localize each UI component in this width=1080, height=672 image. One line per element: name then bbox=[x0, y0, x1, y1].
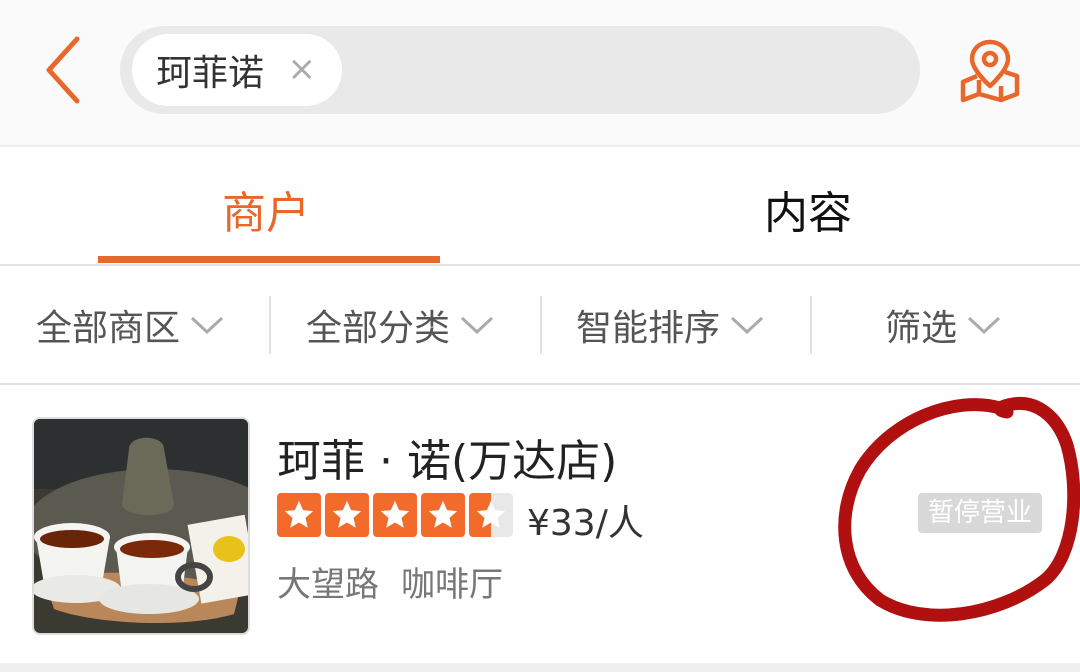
half-star-icon bbox=[469, 493, 513, 537]
merchant-meta: 大望路 咖啡厅 bbox=[277, 557, 503, 606]
chevron-down-icon bbox=[190, 316, 224, 334]
search-bar[interactable]: 珂菲诺 × bbox=[120, 26, 920, 114]
merchant-thumbnail bbox=[32, 417, 250, 635]
tab-content[interactable]: 内容 bbox=[764, 177, 852, 241]
clear-keyword-icon[interactable]: × bbox=[288, 52, 317, 86]
search-keyword-chip[interactable]: 珂菲诺 × bbox=[132, 34, 342, 106]
chevron-down-icon bbox=[967, 316, 1001, 334]
filter-label: 全部分类 bbox=[306, 307, 451, 349]
map-button[interactable] bbox=[955, 36, 1025, 106]
status-badge: 暂停营业 bbox=[918, 493, 1043, 533]
merchant-category: 咖啡厅 bbox=[401, 565, 503, 605]
merchant-list-item[interactable]: 珂菲 · 诺(万达店) ¥33/人 大望路 咖啡厅 暂停营业 bbox=[0, 385, 1080, 663]
filter-sort[interactable]: 智能排序 bbox=[576, 266, 764, 383]
filter-label: 全部商区 bbox=[36, 307, 181, 349]
tab-bar: 商户 内容 bbox=[0, 147, 1080, 264]
active-tab-indicator bbox=[98, 256, 440, 263]
filter-separator bbox=[540, 296, 542, 354]
list-bottom-divider bbox=[0, 663, 1080, 672]
chevron-down-icon bbox=[730, 316, 764, 334]
merchant-area: 大望路 bbox=[277, 565, 379, 605]
top-bar: 珂菲诺 × bbox=[0, 0, 1080, 145]
chevron-left-icon bbox=[46, 36, 80, 104]
filter-label: 筛选 bbox=[885, 307, 958, 349]
star-icon bbox=[325, 493, 369, 537]
filter-separator bbox=[269, 296, 271, 354]
filter-bar: 全部商区 全部分类 智能排序 筛选 bbox=[0, 266, 1080, 383]
search-keyword: 珂菲诺 bbox=[156, 53, 265, 94]
star-icon bbox=[373, 493, 417, 537]
filter-category[interactable]: 全部分类 bbox=[306, 266, 494, 383]
star-icon bbox=[421, 493, 465, 537]
rating-stars bbox=[277, 493, 517, 537]
filter-screen[interactable]: 筛选 bbox=[885, 266, 1001, 383]
filter-business-area[interactable]: 全部商区 bbox=[36, 266, 224, 383]
chevron-down-icon bbox=[460, 316, 494, 334]
map-pin-icon bbox=[960, 39, 1020, 103]
average-price: ¥33/人 bbox=[527, 503, 644, 544]
star-icon bbox=[277, 493, 321, 537]
merchant-name: 珂菲 · 诺(万达店) bbox=[277, 436, 618, 487]
filter-label: 智能排序 bbox=[576, 307, 721, 349]
filter-separator bbox=[810, 296, 812, 354]
tab-merchants[interactable]: 商户 bbox=[222, 177, 310, 241]
back-button[interactable] bbox=[28, 30, 98, 110]
